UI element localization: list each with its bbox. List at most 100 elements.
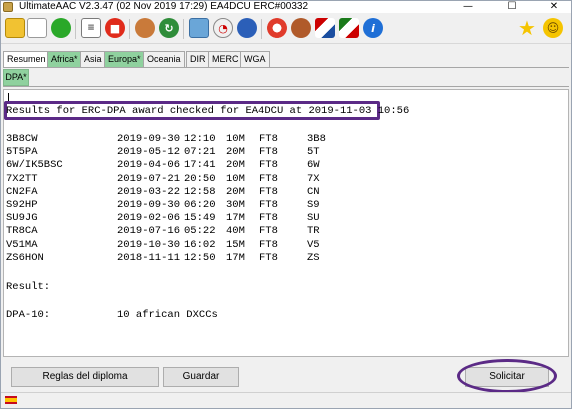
row-dxcc: 6W bbox=[307, 159, 320, 172]
save-button[interactable]: Guardar bbox=[163, 367, 239, 387]
smiley-icon[interactable]: ☺ bbox=[543, 18, 563, 38]
compass-icon[interactable] bbox=[339, 18, 359, 38]
row-band: 20M bbox=[226, 185, 245, 198]
result-value: 10 african DXCCs bbox=[117, 309, 218, 321]
minimize-button[interactable]: — bbox=[453, 1, 483, 13]
row-call: S92HP bbox=[6, 199, 38, 211]
row-dxcc: ZS bbox=[307, 251, 320, 264]
request-highlight-ring bbox=[457, 359, 557, 393]
row-date: 2019-05-12 bbox=[117, 146, 181, 159]
toolbar-separator bbox=[129, 19, 130, 39]
spain-flag-icon bbox=[5, 396, 17, 404]
row-call: 3B8CW bbox=[6, 133, 38, 145]
row-time: 07:21 bbox=[184, 146, 216, 159]
info-icon[interactable]: i bbox=[363, 18, 383, 38]
row-dxcc: SU bbox=[307, 212, 320, 225]
tab-asia[interactable]: Asia bbox=[80, 51, 106, 67]
row-call: CN2FA bbox=[6, 185, 38, 198]
award-rules-button[interactable]: Reglas del diploma bbox=[11, 367, 159, 387]
empty-frame-icon[interactable] bbox=[27, 18, 47, 38]
flags-icon[interactable] bbox=[315, 18, 335, 38]
row-band: 20M bbox=[226, 159, 245, 172]
user-settings-icon[interactable] bbox=[291, 18, 311, 38]
title-bar: UltimateAAC V2.3.47 (02 Nov 2019 17:29) … bbox=[1, 1, 571, 13]
green-circle-icon[interactable] bbox=[51, 18, 71, 38]
sync-icon[interactable]: ↻ bbox=[159, 18, 179, 38]
report-textarea[interactable]: Results for ERC-DPA award checked for EA… bbox=[3, 89, 569, 357]
photo-icon[interactable] bbox=[189, 18, 209, 38]
row-time: 15:49 bbox=[184, 212, 216, 225]
contacts-icon[interactable] bbox=[135, 18, 155, 38]
row-dxcc: TR bbox=[307, 225, 320, 238]
row-time: 16:02 bbox=[184, 238, 216, 251]
globe-icon[interactable] bbox=[237, 18, 257, 38]
row-mode: FT8 bbox=[259, 146, 278, 159]
toolbar-separator bbox=[183, 19, 184, 39]
row-dxcc: S9 bbox=[307, 199, 320, 211]
tab-oceania[interactable]: Oceania bbox=[143, 51, 185, 67]
row-band: 15M bbox=[226, 238, 245, 251]
row-mode: FT8 bbox=[259, 172, 278, 185]
row-band: 17M bbox=[226, 251, 245, 264]
row-mode: FT8 bbox=[259, 185, 278, 198]
row-time: 17:41 bbox=[184, 159, 216, 172]
tab-dir[interactable]: DIR bbox=[186, 51, 210, 67]
row-call: 5T5PA bbox=[6, 146, 38, 159]
row-mode: FT8 bbox=[259, 133, 278, 145]
gauge-icon[interactable]: ◔ bbox=[213, 18, 233, 38]
maximize-button[interactable]: ☐ bbox=[497, 1, 527, 13]
yellow-cube-icon[interactable] bbox=[5, 18, 25, 38]
row-time: 12:10 bbox=[184, 133, 216, 145]
row-band: 10M bbox=[226, 133, 245, 145]
row-band: 17M bbox=[226, 212, 245, 225]
row-mode: FT8 bbox=[259, 225, 278, 238]
row-call: SU9JG bbox=[6, 212, 38, 225]
lifebuoy-icon[interactable] bbox=[267, 18, 287, 38]
tab-resumen[interactable]: Resumen bbox=[3, 51, 50, 67]
row-call: 6W/IK5BSC bbox=[6, 159, 63, 172]
row-time: 12:58 bbox=[184, 185, 216, 198]
row-time: 05:22 bbox=[184, 225, 216, 238]
star-icon[interactable]: ★ bbox=[517, 16, 537, 40]
toolbar-separator bbox=[261, 19, 262, 39]
row-band: 30M bbox=[226, 199, 245, 211]
row-date: 2019-07-16 bbox=[117, 225, 181, 238]
app-logo-icon bbox=[3, 2, 13, 12]
row-date: 2019-09-30 bbox=[117, 133, 181, 145]
row-date: 2019-02-06 bbox=[117, 212, 181, 225]
row-dxcc: 3B8 bbox=[307, 133, 326, 145]
row-date: 2018-11-11 bbox=[117, 251, 181, 264]
close-button[interactable]: ✕ bbox=[539, 1, 569, 13]
row-band: 10M bbox=[226, 172, 245, 185]
result-key: DPA-10: bbox=[6, 309, 51, 321]
row-date: 2019-04-06 bbox=[117, 159, 181, 172]
app-window: UltimateAAC V2.3.47 (02 Nov 2019 17:29) … bbox=[0, 0, 572, 409]
row-band: 20M bbox=[226, 146, 245, 159]
tabs-divider bbox=[3, 67, 569, 68]
tab-wga[interactable]: WGA bbox=[240, 51, 270, 67]
row-call: ZS6HON bbox=[6, 251, 44, 264]
window-title: UltimateAAC V2.3.47 (02 Nov 2019 17:29) … bbox=[19, 1, 309, 12]
toolbar: ≡ ■ ↻ ◔ i ★ ☺ bbox=[1, 14, 571, 44]
row-band: 40M bbox=[226, 225, 245, 238]
row-call: V51MA bbox=[6, 238, 38, 251]
document-icon[interactable]: ≡ bbox=[81, 18, 101, 38]
tab-europa[interactable]: Europa* bbox=[104, 51, 145, 67]
tab-africa[interactable]: Africa* bbox=[47, 51, 82, 67]
tab-dpa[interactable]: DPA* bbox=[3, 69, 29, 86]
row-time: 12:50 bbox=[184, 251, 216, 264]
row-dxcc: 7X bbox=[307, 172, 320, 185]
row-mode: FT8 bbox=[259, 251, 278, 264]
row-time: 20:50 bbox=[184, 172, 216, 185]
row-mode: FT8 bbox=[259, 238, 278, 251]
tab-merc[interactable]: MERC bbox=[208, 51, 243, 67]
stop-icon[interactable]: ■ bbox=[105, 18, 125, 38]
row-date: 2019-10-30 bbox=[117, 238, 181, 251]
row-dxcc: V5 bbox=[307, 238, 320, 251]
row-date: 2019-03-22 bbox=[117, 185, 181, 198]
toolbar-separator bbox=[75, 19, 76, 39]
row-mode: FT8 bbox=[259, 159, 278, 172]
row-mode: FT8 bbox=[259, 199, 278, 211]
row-date: 2019-07-21 bbox=[117, 172, 181, 185]
result-label: Result: bbox=[6, 281, 51, 293]
